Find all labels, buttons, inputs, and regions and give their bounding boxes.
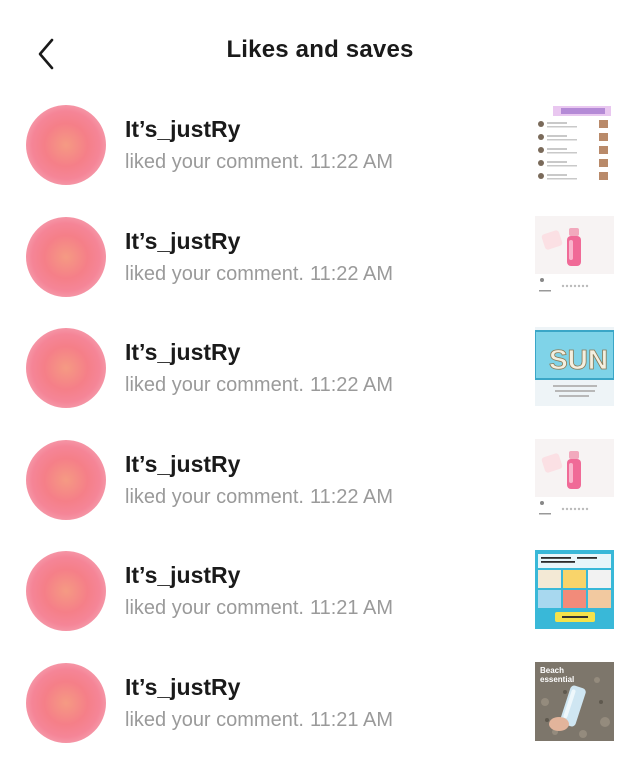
avatar[interactable] [26,662,106,743]
action-text: liked your comment. [125,262,304,285]
username[interactable]: It’s_justRy [125,339,240,366]
post-thumbnail[interactable]: Beach essential [535,661,614,741]
username[interactable]: It’s_justRy [125,451,240,478]
timestamp: 11:22 AM [309,262,393,285]
username[interactable]: It’s_justRy [125,674,240,701]
beach-caption-line1: Beach [540,666,564,675]
notification-text: liked your comment. 11:22 AM [125,263,393,286]
timestamp: 11:21 AM [309,597,393,620]
beach-collage-thumbnail [535,550,614,630]
notification-item[interactable]: It’s_justRy liked your comment. 11:21 AM [0,535,640,647]
action-text: liked your comment. [125,708,304,731]
sun-letters: SUN [549,344,608,375]
post-thumbnail[interactable] [535,215,614,295]
action-text: liked your comment. [125,151,304,173]
username[interactable]: It’s_justRy [125,228,240,255]
username[interactable]: It’s_justRy [125,116,240,143]
post-thumbnail[interactable] [535,104,614,183]
action-text: liked your comment. [125,485,304,508]
notification-list: It’s_justRy liked your comment.11:22 AM [0,89,640,759]
action-text: liked your comment. [125,597,304,620]
post-thumbnail[interactable] [535,550,614,630]
lip-gloss-thumbnail [535,215,614,295]
notification-item[interactable]: It’s_justRy liked your comment. 11:22 AM [0,201,640,313]
notification-item[interactable]: It’s_justRy liked your comment. 11:22 AM [0,89,640,201]
post-thumbnail[interactable] [535,438,614,518]
page-title: Likes and saves [226,36,414,63]
sun-pouch-thumbnail: SUN [535,327,614,407]
comment-list-thumbnail [535,104,614,183]
avatar[interactable] [26,105,106,185]
notification-item[interactable]: It’s_justRy liked your comment. 11:21 AM … [0,647,640,759]
timestamp: 11:22 AM [309,374,393,397]
notification-text: liked your comment. 11:22 AM [125,151,393,174]
beach-caption-line2: essential [540,675,574,684]
avatar[interactable] [26,216,106,297]
avatar[interactable] [26,551,106,632]
timestamp: 11:22 AM [309,151,393,173]
timestamp: 11:21 AM [309,708,393,731]
notification-item[interactable]: It’s_justRy liked your comment. 11:22 AM … [0,312,640,424]
notification-text: liked your comment. 11:22 AM [125,486,393,509]
post-thumbnail[interactable]: SUN [535,327,614,407]
username[interactable]: It’s_justRy [125,562,240,589]
avatar[interactable] [26,439,106,520]
notification-item[interactable]: It’s_justRy liked your comment. 11:22 AM [0,424,640,536]
sunscreen-thumbnail: Beach essential [535,661,614,741]
notification-text: liked your comment. 11:21 AM [125,709,393,732]
avatar[interactable] [26,328,106,409]
timestamp: 11:22 AM [309,485,393,508]
action-text: liked your comment. [125,374,304,397]
notification-text: liked your comment. 11:21 AM [125,597,393,620]
lip-gloss-thumbnail [535,438,614,518]
notification-text: liked your comment. 11:22 AM [125,374,393,397]
